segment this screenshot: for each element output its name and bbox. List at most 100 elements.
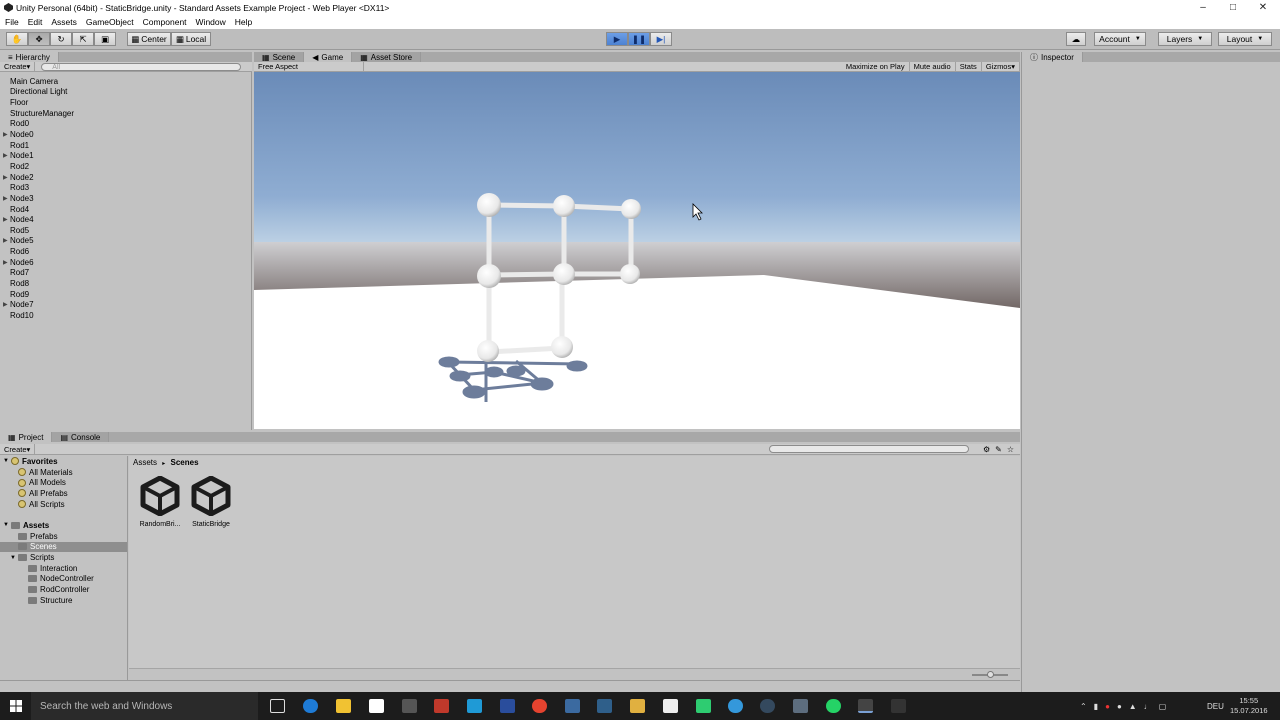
volume-icon[interactable]: ♩ xyxy=(1144,702,1152,711)
app-icon[interactable] xyxy=(696,699,711,713)
tab-project[interactable]: ▦ Project xyxy=(0,432,53,442)
expand-arrow-icon[interactable]: ▶ xyxy=(3,216,8,223)
favorite-item[interactable]: All Prefabs xyxy=(0,488,127,499)
language-indicator[interactable]: DEU xyxy=(1207,692,1224,720)
menu-assets[interactable]: Assets xyxy=(51,17,77,27)
folder-item-prefabs[interactable]: Prefabs xyxy=(0,531,127,542)
project-create-button[interactable]: Create ▾ xyxy=(0,444,36,454)
pivot-local-button[interactable]: ▦ Local xyxy=(171,32,211,46)
folder-item-scripts[interactable]: ▼ Scripts xyxy=(0,552,127,563)
hierarchy-item[interactable]: Rod4 xyxy=(0,204,252,215)
tab-game[interactable]: ◀ Game xyxy=(304,52,353,62)
windows-start-icon[interactable] xyxy=(10,700,22,712)
scene-asset-randombridge[interactable]: RandomBri... xyxy=(134,475,186,528)
hierarchy-item[interactable]: Rod0 xyxy=(0,119,252,130)
hierarchy-item[interactable]: Rod1 xyxy=(0,140,252,151)
rotate-tool-icon[interactable]: ↻ xyxy=(50,32,72,46)
hierarchy-item[interactable]: StructureManager xyxy=(0,108,252,119)
step-button[interactable]: ▶| xyxy=(650,32,672,46)
favorite-item[interactable]: All Scripts xyxy=(0,499,127,510)
scene-asset-staticbridge[interactable]: StaticBridge xyxy=(185,475,237,528)
hierarchy-item[interactable]: ▶ Node4 xyxy=(0,214,252,225)
hierarchy-search-input[interactable]: All xyxy=(41,62,242,71)
hierarchy-item[interactable]: Main Camera xyxy=(0,76,252,87)
tab-hierarchy[interactable]: ≡ Hierarchy xyxy=(0,52,59,62)
hierarchy-item[interactable]: ▶ Node6 xyxy=(0,257,252,268)
filter-type-icon[interactable]: ⚙ xyxy=(983,445,990,454)
app-icon[interactable] xyxy=(597,699,612,713)
folder-item-scenes[interactable]: Scenes xyxy=(0,541,127,553)
menu-gameobject[interactable]: GameObject xyxy=(86,17,134,27)
favorite-item[interactable]: All Materials xyxy=(0,467,127,478)
app-icon[interactable] xyxy=(663,699,678,713)
chevron-up-icon[interactable]: ⌃ xyxy=(1080,702,1087,711)
hierarchy-item[interactable]: ▶ Node2 xyxy=(0,172,252,183)
favorite-star-icon[interactable]: ☆ xyxy=(1007,445,1014,454)
store-icon[interactable] xyxy=(369,699,384,713)
hierarchy-item[interactable]: ▶ Node7 xyxy=(0,299,252,310)
expand-arrow-icon[interactable]: ▶ xyxy=(3,237,8,244)
folder-item-nodecontroller[interactable]: NodeController xyxy=(0,574,127,585)
expand-arrow-icon[interactable]: ▶ xyxy=(3,152,8,159)
gizmos-dropdown[interactable]: Gizmos ▾ xyxy=(982,61,1020,72)
play-button[interactable]: ▶ xyxy=(606,32,628,46)
move-tool-icon[interactable]: ✥ xyxy=(28,32,50,46)
favorites-header[interactable]: ▼ Favorites xyxy=(0,456,127,467)
account-dropdown[interactable]: Account ▼ xyxy=(1094,32,1146,46)
unity-taskbar-icon[interactable] xyxy=(858,699,873,713)
hierarchy-item[interactable]: Rod6 xyxy=(0,246,252,257)
maximize-on-play-toggle[interactable]: Maximize on Play xyxy=(842,61,910,72)
app-icon[interactable] xyxy=(500,699,515,713)
slider-thumb[interactable] xyxy=(987,671,994,678)
notification-icon[interactable]: ▢ xyxy=(1159,702,1167,711)
hand-tool-icon[interactable]: ✋ xyxy=(6,32,28,46)
assets-header[interactable]: ▼ Assets xyxy=(0,520,127,531)
task-view-icon[interactable] xyxy=(270,699,285,713)
tab-scene[interactable]: ▦ Scene xyxy=(254,52,305,62)
minimize-icon[interactable]: – xyxy=(1186,0,1220,15)
maximize-icon[interactable]: □ xyxy=(1216,0,1250,15)
hierarchy-item[interactable]: Floor xyxy=(0,97,252,108)
app-tray-icon[interactable]: ● xyxy=(1117,702,1122,711)
expand-arrow-icon[interactable]: ▶ xyxy=(3,195,8,202)
app-icon[interactable] xyxy=(434,699,449,713)
app-icon[interactable] xyxy=(891,699,906,713)
hierarchy-item[interactable]: Rod8 xyxy=(0,278,252,289)
menu-component[interactable]: Component xyxy=(143,17,187,27)
tab-console[interactable]: ▤ Console xyxy=(52,432,110,442)
hierarchy-item[interactable]: Rod2 xyxy=(0,161,252,172)
expand-arrow-icon[interactable]: ▶ xyxy=(3,131,8,138)
hierarchy-item[interactable]: Rod5 xyxy=(0,225,252,236)
hierarchy-item[interactable]: Rod7 xyxy=(0,268,252,279)
hierarchy-item[interactable]: Directional Light xyxy=(0,87,252,98)
app-icon[interactable] xyxy=(467,699,482,713)
edge-icon[interactable] xyxy=(303,699,318,713)
hierarchy-item[interactable]: ▶ Node5 xyxy=(0,236,252,247)
tab-inspector[interactable]: ⓘ Inspector xyxy=(1022,52,1083,62)
app-icon[interactable] xyxy=(728,699,743,713)
hierarchy-item[interactable]: Rod3 xyxy=(0,182,252,193)
whatsapp-icon[interactable] xyxy=(826,699,841,713)
tab-asset-store[interactable]: ▦ Asset Store xyxy=(352,52,422,62)
menu-help[interactable]: Help xyxy=(235,17,252,27)
close-icon[interactable]: ✕ xyxy=(1246,0,1280,15)
app-icon[interactable] xyxy=(630,699,645,713)
expand-arrow-icon[interactable]: ▶ xyxy=(3,301,8,308)
game-viewport[interactable] xyxy=(254,72,1020,429)
hierarchy-create-button[interactable]: Create ▾ xyxy=(0,61,36,72)
expand-arrow-icon[interactable]: ▶ xyxy=(3,259,8,266)
breadcrumb-assets[interactable]: Assets xyxy=(133,458,157,467)
stats-toggle[interactable]: Stats xyxy=(956,61,982,72)
network-icon[interactable]: ▲ xyxy=(1129,702,1137,711)
hierarchy-item[interactable]: Rod9 xyxy=(0,289,252,300)
menu-window[interactable]: Window xyxy=(196,17,226,27)
cloud-icon[interactable]: ☁ xyxy=(1066,32,1086,46)
project-search-input[interactable] xyxy=(768,445,969,453)
layers-dropdown[interactable]: Layers ▼ xyxy=(1158,32,1212,46)
scale-tool-icon[interactable]: ⇱ xyxy=(72,32,94,46)
app-icon[interactable] xyxy=(793,699,808,713)
folder-item-structure[interactable]: Structure xyxy=(0,595,127,606)
mute-audio-toggle[interactable]: Mute audio xyxy=(910,61,956,72)
favorite-item[interactable]: All Models xyxy=(0,477,127,488)
expand-arrow-icon[interactable]: ▶ xyxy=(3,174,8,181)
